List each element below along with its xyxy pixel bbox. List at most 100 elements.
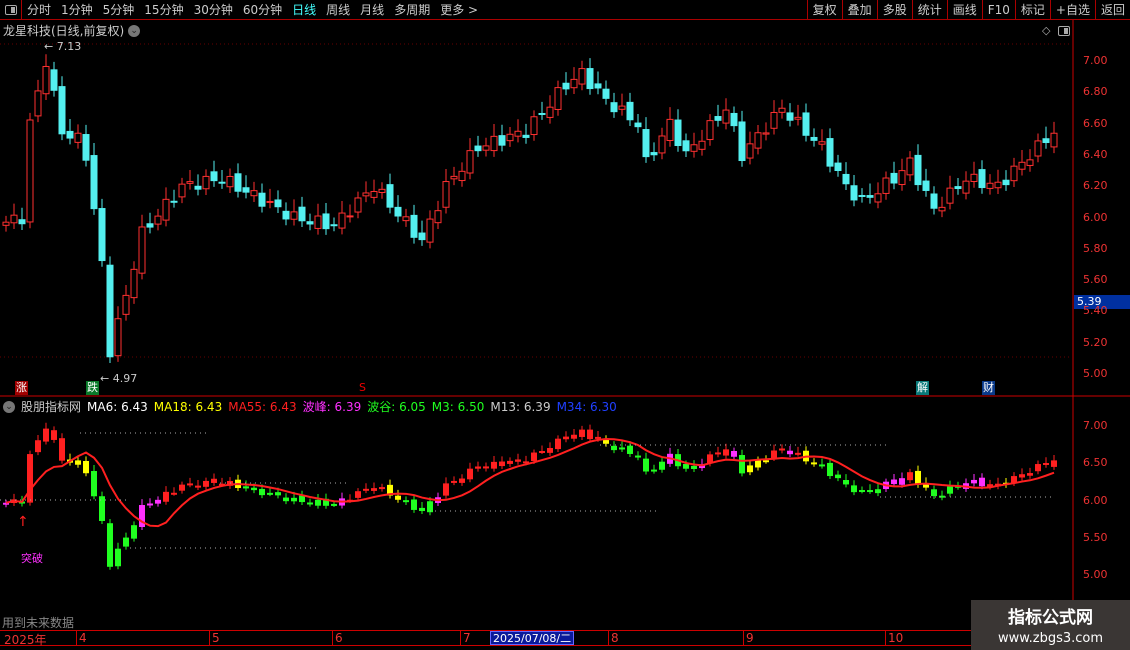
candle-body	[970, 173, 978, 183]
candle-body	[546, 106, 554, 118]
indicator-bar	[515, 459, 521, 462]
watermark-url: www.zbgs3.com	[997, 631, 1104, 646]
event-marker[interactable]: 财	[982, 381, 995, 395]
price-tick: 6.00	[1083, 210, 1108, 224]
candle-body	[410, 214, 418, 238]
indicator-bar	[187, 483, 193, 486]
candle-body	[842, 173, 850, 185]
candle-body	[490, 135, 498, 152]
indicator-tick: 6.50	[1083, 456, 1108, 470]
indicator-bar	[1027, 473, 1033, 476]
candle-body	[226, 175, 234, 188]
price-tick: 6.60	[1083, 116, 1108, 130]
candle-body	[258, 192, 266, 207]
indicator-bar	[251, 487, 257, 491]
price-tick: 5.40	[1083, 304, 1108, 318]
candle-body	[1010, 165, 1018, 182]
indicator-bar	[1019, 474, 1025, 478]
candle-body	[354, 197, 362, 213]
candle-body	[602, 88, 610, 99]
indicator-legend: ⌄ 股朋指标网 MA6: 6.43 MA18: 6.43 MA55: 6.43 波峰: 6…	[3, 398, 617, 415]
month-label: 6	[332, 631, 343, 645]
candle-body	[738, 121, 746, 162]
candle-body	[922, 180, 930, 191]
candle-body	[906, 157, 914, 176]
candle-body	[74, 132, 82, 143]
indicator-bar	[443, 483, 449, 496]
indicator-bar	[979, 477, 985, 487]
candle-body	[378, 188, 386, 193]
indicator-bar	[739, 455, 745, 474]
indicator-bar	[947, 486, 953, 494]
candle-body	[930, 193, 938, 209]
indicator-bar	[147, 503, 153, 506]
candle-body	[522, 134, 530, 138]
indicator-bar	[155, 499, 161, 504]
indicator-bar	[43, 428, 49, 442]
candle-body	[458, 170, 466, 182]
chevron-down-icon[interactable]: ⌄	[3, 400, 15, 413]
candle-body	[754, 132, 762, 149]
breakout-label: 突破	[21, 551, 43, 565]
chart-canvas[interactable]: ← 7.13 ← 4.97 突破 ↑	[0, 0, 1130, 650]
candle-body	[442, 181, 450, 208]
candle-body	[242, 187, 250, 193]
candle-body	[122, 294, 130, 315]
indicator-bar	[419, 507, 425, 512]
candle-body	[538, 112, 546, 115]
candle-body	[106, 264, 114, 358]
candle-body	[474, 145, 482, 152]
candle-body	[770, 111, 778, 129]
indicator-bar	[715, 452, 721, 455]
candle-body	[890, 172, 898, 184]
candle-body	[266, 200, 274, 203]
candle-body	[498, 135, 506, 146]
candle-body	[26, 119, 34, 223]
indicator-bar	[579, 429, 585, 437]
candle-body	[466, 150, 474, 174]
price-tick: 5.00	[1083, 367, 1108, 380]
indicator-bar	[291, 497, 297, 502]
candle-body	[346, 215, 354, 218]
indicator-bar	[315, 499, 321, 506]
indicator-bar	[899, 478, 905, 485]
candle-body	[674, 119, 682, 147]
high-label: ← 7.13	[44, 40, 81, 53]
watermark-title: 指标公式网	[1008, 608, 1093, 628]
candle-body	[338, 212, 346, 229]
indicator-bar	[619, 447, 625, 450]
indicator-bar	[211, 478, 217, 483]
candle-body	[34, 90, 42, 117]
candle-body	[178, 183, 186, 198]
indicator-bar	[131, 525, 137, 539]
price-tick: 7.00	[1083, 54, 1108, 67]
candle-body	[114, 318, 122, 357]
event-marker[interactable]: 跌	[86, 381, 99, 395]
indicator-bar	[363, 488, 369, 491]
candle-body	[146, 223, 154, 228]
candle-body	[946, 187, 954, 204]
indicator-bar	[643, 458, 649, 472]
low-label: ← 4.97	[100, 372, 137, 385]
indicator-bar	[1035, 464, 1041, 472]
price-tick: 5.60	[1083, 273, 1108, 287]
candle-body	[762, 132, 770, 135]
event-marker[interactable]: 涨	[15, 381, 28, 395]
month-label: 10	[885, 631, 903, 645]
indicator-bar	[395, 495, 401, 500]
candle-body	[618, 105, 626, 110]
indicator-bar	[83, 461, 89, 474]
candle-body	[658, 135, 666, 154]
candle-body	[90, 155, 98, 210]
event-marker[interactable]: 解	[916, 381, 929, 395]
indicator-bar	[483, 466, 489, 469]
event-marker[interactable]: S	[358, 381, 367, 395]
indicator-bar	[723, 449, 729, 456]
indicator-bar	[907, 472, 913, 481]
indicator-bar	[539, 450, 545, 453]
candle-body	[218, 181, 226, 184]
candle-body	[778, 107, 786, 113]
indicator-bar	[459, 478, 465, 483]
candle-body	[706, 120, 714, 141]
candle-body	[746, 143, 754, 159]
